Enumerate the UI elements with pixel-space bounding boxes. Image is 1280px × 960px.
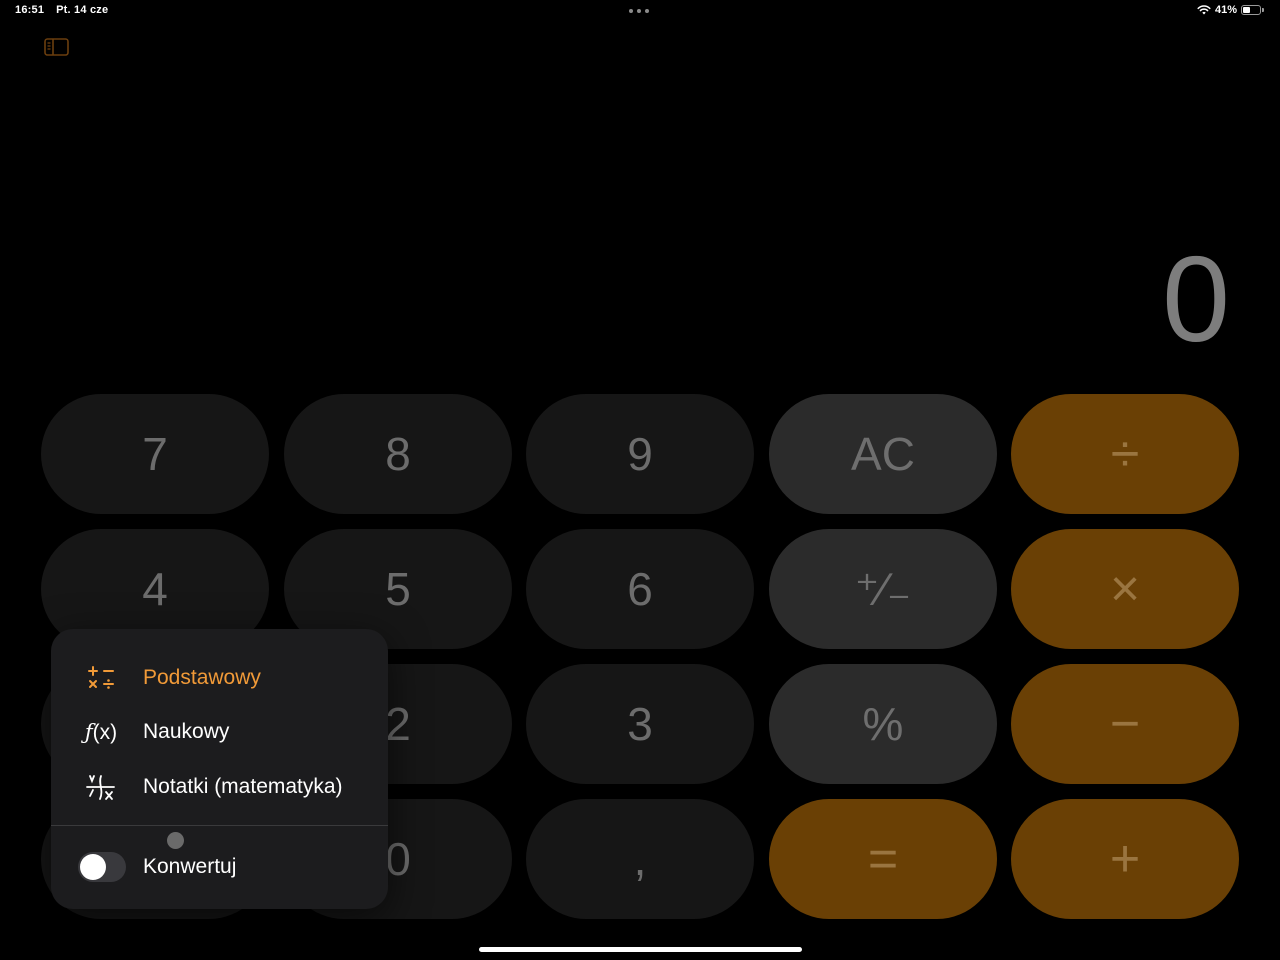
key-7[interactable]: 7 xyxy=(41,394,269,514)
key-clear[interactable]: AC xyxy=(769,394,997,514)
menu-label-basic: Podstawowy xyxy=(143,666,261,689)
key-plus-minus[interactable]: ⁺∕₋ xyxy=(769,529,997,649)
result-display: 0 xyxy=(1162,231,1230,367)
battery-icon xyxy=(1241,5,1264,15)
status-bar-right: 41% xyxy=(1197,4,1264,16)
key-percent[interactable]: % xyxy=(769,664,997,784)
menu-item-basic[interactable]: Podstawowy xyxy=(51,653,388,703)
key-subtract[interactable]: − xyxy=(1011,664,1239,784)
multitasking-dots-icon[interactable] xyxy=(629,9,649,13)
status-time: 16:51 xyxy=(15,4,45,16)
status-bar-left: 16:51 Pt. 14 cze xyxy=(15,4,108,16)
home-indicator[interactable] xyxy=(479,947,802,952)
convert-toggle[interactable] xyxy=(78,852,126,882)
drag-handle[interactable] xyxy=(167,832,184,849)
key-divide[interactable]: ÷ xyxy=(1011,394,1239,514)
calculator-screen: 16:51 Pt. 14 cze 41% 0 7 8 9 AC ÷ 4 5 6 … xyxy=(0,0,1280,960)
key-9[interactable]: 9 xyxy=(526,394,754,514)
menu-divider xyxy=(51,825,388,826)
function-fx-icon: ƒ(x) xyxy=(84,719,118,744)
menu-item-math-notes[interactable]: Notatki (matematyka) xyxy=(51,762,388,812)
math-notes-icon xyxy=(81,772,121,802)
key-decimal[interactable]: , xyxy=(526,799,754,919)
sidebar-toggle-icon[interactable] xyxy=(44,37,70,57)
key-multiply[interactable]: × xyxy=(1011,529,1239,649)
key-8[interactable]: 8 xyxy=(284,394,512,514)
key-3[interactable]: 3 xyxy=(526,664,754,784)
basic-operations-icon xyxy=(81,663,121,693)
key-6[interactable]: 6 xyxy=(526,529,754,649)
wifi-icon xyxy=(1197,5,1211,15)
key-equals[interactable]: = xyxy=(769,799,997,919)
toggle-knob xyxy=(80,854,106,880)
menu-label-math-notes: Notatki (matematyka) xyxy=(143,775,343,798)
menu-item-scientific[interactable]: ƒ(x) Naukowy xyxy=(51,707,388,757)
battery-percent: 41% xyxy=(1214,4,1237,16)
menu-label-scientific: Naukowy xyxy=(143,720,230,743)
mode-menu: Podstawowy ƒ(x) Naukowy Notatki (matemat… xyxy=(51,629,388,909)
key-add[interactable]: + xyxy=(1011,799,1239,919)
convert-label: Konwertuj xyxy=(143,855,237,878)
status-date: Pt. 14 cze xyxy=(56,4,109,16)
